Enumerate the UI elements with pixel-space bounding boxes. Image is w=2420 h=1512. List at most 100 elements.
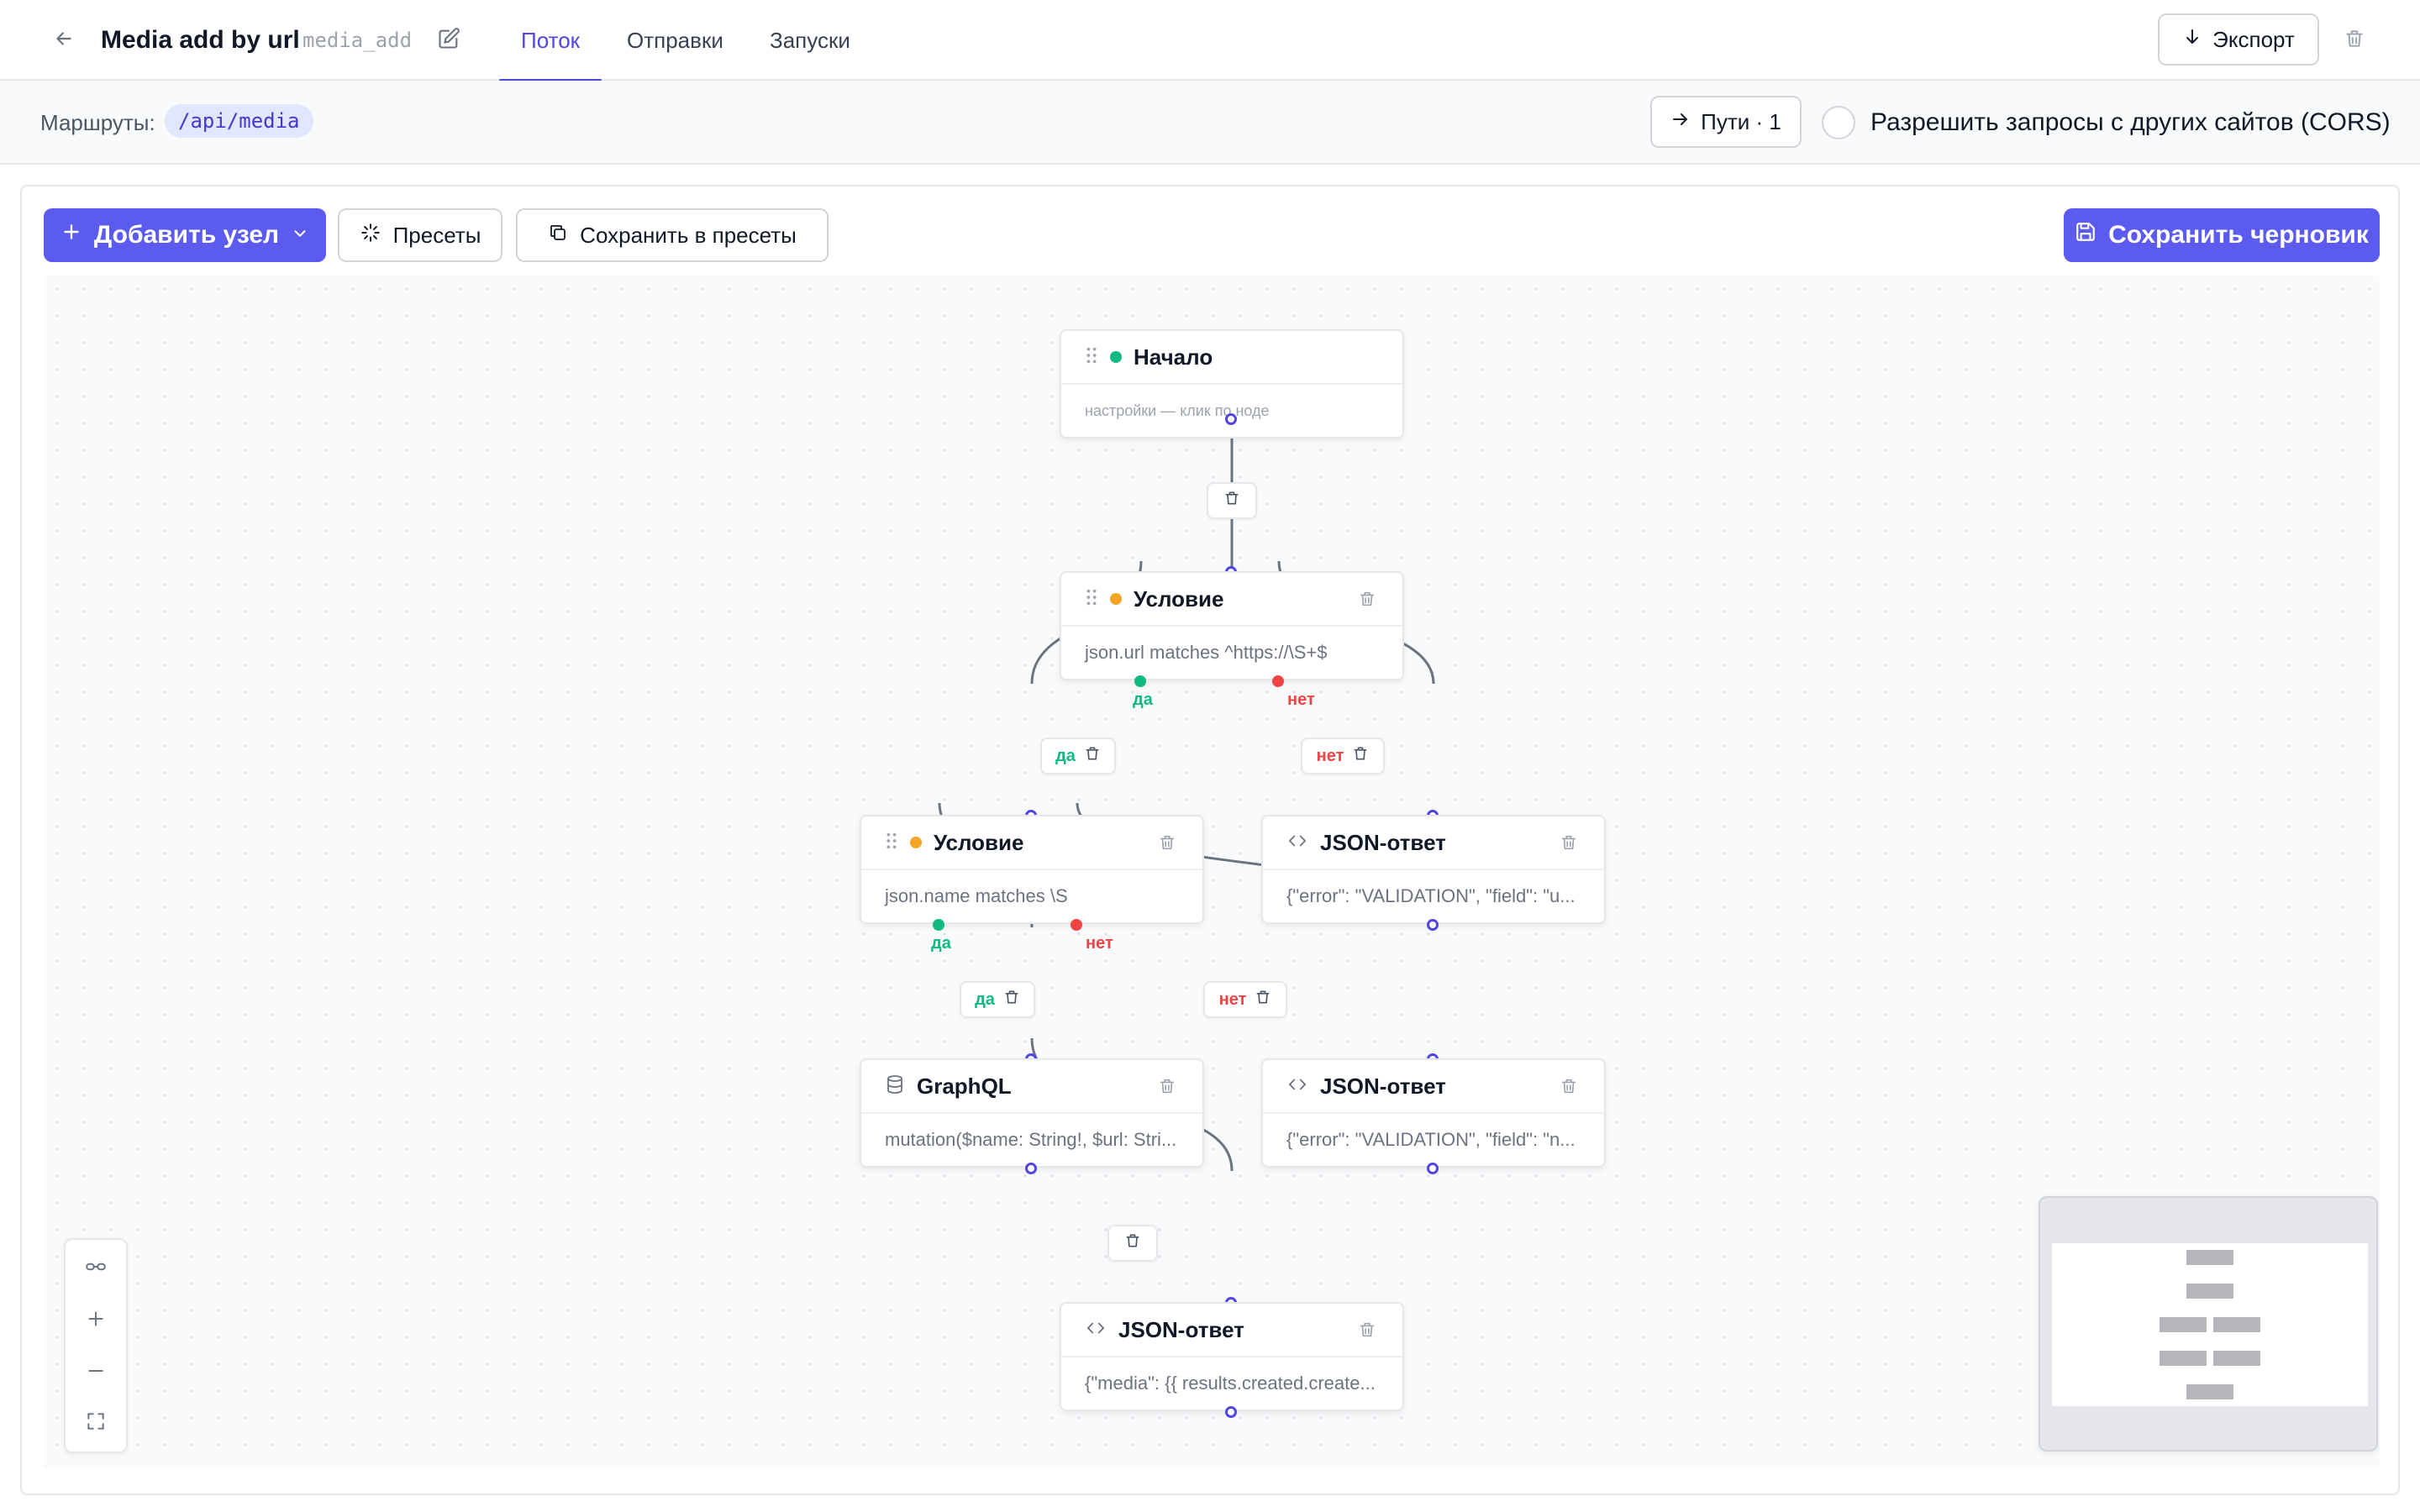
cors-checkbox[interactable] (1822, 106, 1855, 139)
fullscreen-icon (85, 1410, 107, 1436)
tab-flow[interactable]: Поток (499, 24, 602, 82)
edges-layer (938, 418, 1435, 1172)
routes-bar: Маршруты: /api/media Пути · 1 Разрешить … (0, 81, 2420, 165)
minus-icon (85, 1360, 107, 1386)
trash-icon[interactable] (1354, 1316, 1381, 1343)
sparkle-loader-icon (360, 222, 381, 249)
drag-handle-icon[interactable] (1085, 588, 1098, 611)
node-graphql[interactable]: GraphQL mutation($name: String!, $url: S… (860, 1058, 1204, 1168)
no-port-label: нет (1287, 690, 1315, 709)
edge-label-text: да (1055, 746, 1076, 765)
presets-label: Пресеты (392, 222, 481, 248)
trash-icon[interactable] (1154, 1073, 1181, 1100)
chevron-down-icon (291, 221, 309, 249)
drag-handle-icon[interactable] (1085, 346, 1098, 369)
arrow-left-icon (53, 28, 75, 54)
output-handle[interactable] (1427, 1163, 1439, 1174)
output-handle[interactable] (1427, 919, 1439, 931)
no-output-handle[interactable] (1272, 675, 1284, 687)
delete-flow-button[interactable] (2338, 24, 2371, 57)
output-handle[interactable] (1225, 413, 1237, 425)
trash-icon[interactable] (1124, 1232, 1141, 1254)
add-node-label: Добавить узел (93, 221, 280, 249)
no-output-handle[interactable] (1071, 919, 1082, 931)
no-port-label: нет (1086, 934, 1113, 953)
minimap-node (2213, 1351, 2260, 1366)
tab-submissions[interactable]: Отправки (605, 24, 745, 81)
export-button[interactable]: Экспорт (2158, 13, 2319, 66)
node-body: {"error": "VALIDATION", "field": "u... (1286, 885, 1576, 906)
flow-slug: media_add (302, 29, 413, 52)
drag-handle-icon[interactable] (885, 832, 898, 854)
zoom-controls (64, 1238, 128, 1453)
minimap-node (2213, 1317, 2260, 1332)
node-condition-name[interactable]: Условие json.name matches \S (860, 815, 1204, 924)
fit-view-button[interactable] (66, 1398, 126, 1448)
copy-icon (548, 223, 568, 249)
edge-label-cond2-no[interactable]: нет (1203, 981, 1287, 1018)
node-body: json.name matches \S (885, 885, 1068, 906)
trash-icon[interactable] (1154, 829, 1181, 856)
trash-icon[interactable] (1354, 585, 1381, 612)
trash-icon[interactable] (1003, 989, 1020, 1011)
trash-icon[interactable] (1223, 490, 1240, 512)
paths-button[interactable]: Пути · 1 (1650, 96, 1802, 148)
edge-label-start-cond1[interactable] (1207, 482, 1257, 519)
edge-label-cond1-no[interactable]: нет (1301, 738, 1385, 774)
node-body: {"media": {{ results.created.create... (1085, 1373, 1376, 1394)
minimap-viewport[interactable] (2052, 1243, 2368, 1406)
node-body: mutation($name: String!, $url: Stri... (885, 1129, 1177, 1150)
status-dot (1110, 593, 1122, 605)
top-bar: Media add by url media_add Поток Отправк… (0, 0, 2420, 82)
code-icon (1286, 832, 1308, 854)
add-node-button[interactable]: Добавить узел (44, 208, 326, 262)
routes-label: Маршруты: (40, 110, 155, 135)
zoom-out-button[interactable] (66, 1347, 126, 1398)
minimap-node (2186, 1384, 2233, 1399)
pencil-square-icon (437, 27, 460, 55)
trash-icon[interactable] (1352, 745, 1369, 767)
database-icon (885, 1074, 905, 1099)
yes-output-handle[interactable] (933, 919, 944, 931)
node-title: JSON-ответ (1118, 1316, 1244, 1342)
fit-link-button[interactable] (66, 1243, 126, 1294)
code-icon (1085, 1319, 1107, 1341)
node-body: настройки — клик по ноде (1085, 402, 1270, 419)
edge-label-cond2-yes[interactable]: да (960, 981, 1035, 1018)
node-title: Условие (1134, 585, 1224, 612)
node-title: GraphQL (917, 1073, 1012, 1099)
save-draft-label: Сохранить черновик (2108, 221, 2369, 249)
yes-port-label: да (931, 934, 951, 953)
yes-port-label: да (1133, 690, 1153, 709)
output-handle[interactable] (1225, 1406, 1237, 1418)
minimap-node (2186, 1284, 2233, 1299)
node-body: {"error": "VALIDATION", "field": "n... (1286, 1129, 1576, 1150)
trash-icon[interactable] (1555, 829, 1582, 856)
trash-icon[interactable] (1555, 1073, 1582, 1100)
edge-label-text: да (975, 990, 995, 1009)
save-draft-button[interactable]: Сохранить черновик (2064, 208, 2380, 262)
yes-output-handle[interactable] (1134, 675, 1146, 687)
trash-icon[interactable] (1084, 745, 1101, 767)
plus-icon (60, 221, 82, 249)
zoom-in-button[interactable] (66, 1295, 126, 1346)
presets-button[interactable]: Пресеты (338, 208, 502, 262)
save-to-presets-button[interactable]: Сохранить в пресеты (516, 208, 829, 262)
minimap[interactable] (2039, 1196, 2378, 1452)
flow-canvas[interactable]: Начало настройки — клик по ноде Условие (44, 276, 2380, 1468)
output-handle[interactable] (1025, 1163, 1037, 1174)
edge-label-graphql-json3[interactable] (1107, 1225, 1158, 1262)
node-json-response-url-error[interactable]: JSON-ответ {"error": "VALIDATION", "fiel… (1261, 815, 1606, 924)
edit-title-button[interactable] (434, 25, 464, 55)
node-title: JSON-ответ (1320, 1073, 1446, 1099)
trash-icon[interactable] (1255, 989, 1271, 1011)
edge-label-cond1-yes[interactable]: да (1040, 738, 1116, 774)
route-chip[interactable]: /api/media (165, 104, 313, 138)
status-dot (1110, 351, 1122, 363)
node-title: Условие (934, 829, 1024, 855)
tab-runs[interactable]: Запуски (748, 24, 872, 81)
node-json-response-name-error[interactable]: JSON-ответ {"error": "VALIDATION", "fiel… (1261, 1058, 1606, 1168)
node-condition-url[interactable]: Условие json.url matches ^https://\S+$ (1060, 571, 1404, 680)
node-json-response-success[interactable]: JSON-ответ {"media": {{ results.created.… (1060, 1302, 1404, 1411)
back-button[interactable] (49, 25, 79, 55)
